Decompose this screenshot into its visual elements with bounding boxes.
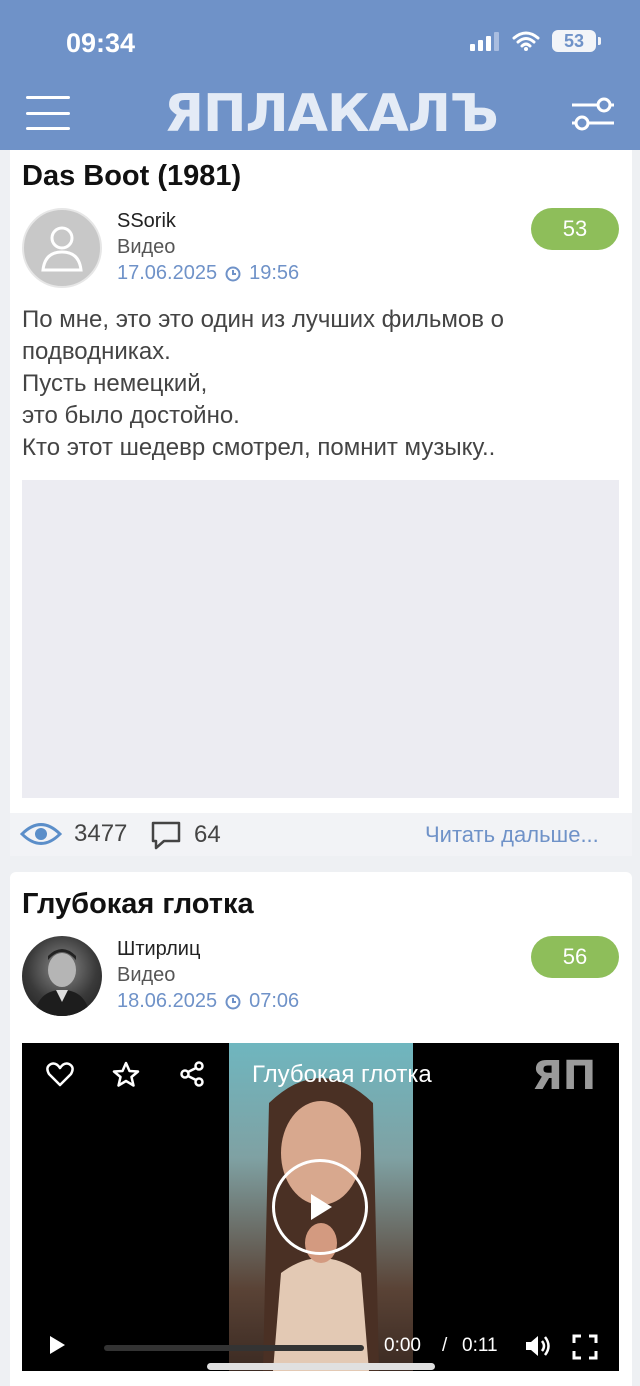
- comments-count: 64: [194, 821, 221, 848]
- share-icon[interactable]: [178, 1061, 206, 1087]
- post-card: Das Boot (1981) SSorik Видео 17.06.2025 …: [10, 150, 632, 856]
- video-watermark: ЯП: [532, 1053, 597, 1099]
- post-datetime: 18.06.2025 07:06: [117, 990, 299, 1013]
- post-category[interactable]: Видео: [117, 964, 175, 987]
- author-name[interactable]: Штирлиц: [117, 938, 200, 961]
- play-icon[interactable]: [48, 1335, 66, 1355]
- video-title: Глубокая глотка: [252, 1061, 432, 1088]
- volume-icon[interactable]: [524, 1334, 552, 1358]
- post-time: 07:06: [249, 990, 300, 1012]
- video-player[interactable]: Глубокая глотка ЯП 0:00 / 0:11: [22, 1043, 619, 1371]
- eye-icon: [20, 823, 62, 845]
- post-text-line: Кто этот шедевр смотрел, помнит музыку..: [22, 434, 496, 461]
- post-category[interactable]: Видео: [117, 236, 175, 259]
- video-actions: [46, 1061, 206, 1087]
- post-title[interactable]: Das Boot (1981): [22, 160, 241, 193]
- clock-icon: [225, 994, 241, 1009]
- views-counter: 3477: [20, 820, 127, 848]
- top-header: 09:34 53 ЯПЛАКАЛЪ: [0, 0, 640, 150]
- rating-badge[interactable]: 56: [531, 936, 619, 978]
- site-logo[interactable]: ЯПЛАКАЛЪ: [164, 84, 499, 144]
- menu-icon[interactable]: [26, 96, 70, 130]
- post-text-line: Пусть немецкий,: [22, 370, 208, 397]
- post-text-line: это было достойно.: [22, 402, 240, 429]
- play-icon: [311, 1194, 332, 1220]
- wifi-icon: [512, 31, 540, 51]
- star-icon[interactable]: [112, 1061, 140, 1087]
- signal-icon: [470, 32, 499, 51]
- heart-icon[interactable]: [46, 1061, 74, 1087]
- media-placeholder[interactable]: [22, 480, 619, 798]
- post-card: Глубокая глотка Штирлиц Видео 18.06.2025…: [10, 872, 632, 1386]
- filter-icon[interactable]: [570, 96, 616, 132]
- author-photo: [34, 949, 90, 1016]
- post-text-line: По мне, это это один из лучших фильмов о: [22, 306, 504, 333]
- fullscreen-icon[interactable]: [572, 1334, 598, 1360]
- video-duration: 0:11: [462, 1335, 498, 1356]
- play-button[interactable]: [272, 1159, 368, 1255]
- avatar[interactable]: [22, 936, 102, 1016]
- author-name[interactable]: SSorik: [117, 210, 176, 233]
- read-more-link[interactable]: Читать дальше...: [425, 822, 599, 848]
- post-date: 17.06.2025: [117, 262, 218, 284]
- home-indicator: [207, 1363, 435, 1370]
- post-time: 19:56: [249, 262, 300, 284]
- user-icon: [41, 226, 83, 272]
- status-time: 09:34: [66, 28, 136, 58]
- post-text: По мне, это это один из лучших фильмов о…: [22, 304, 622, 464]
- post-date: 18.06.2025: [117, 990, 218, 1012]
- status-icons: 53: [470, 30, 601, 52]
- clock-icon: [225, 266, 241, 281]
- views-count: 3477: [74, 820, 128, 847]
- video-current-time: 0:00: [384, 1335, 421, 1356]
- video-time-separator: /: [442, 1335, 448, 1356]
- post-footer: 3477 64 Читать дальше...: [10, 813, 632, 856]
- post-title[interactable]: Глубокая глотка: [22, 888, 254, 921]
- avatar[interactable]: [22, 208, 102, 288]
- battery-indicator: 53: [552, 30, 601, 52]
- post-datetime: 17.06.2025 19:56: [117, 262, 299, 285]
- rating-badge[interactable]: 53: [531, 208, 619, 250]
- video-progress-bar[interactable]: [104, 1345, 364, 1351]
- comment-icon: [151, 821, 181, 850]
- post-text-line: подводниках.: [22, 338, 171, 365]
- comments-counter[interactable]: 64: [150, 820, 221, 850]
